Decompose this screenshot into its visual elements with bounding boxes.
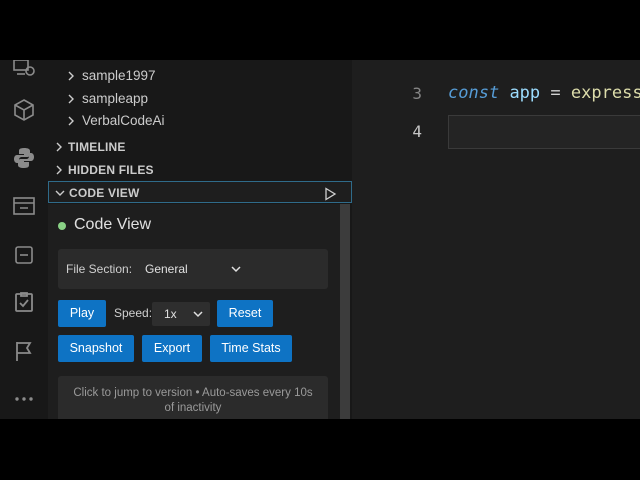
clipboard-check-icon[interactable] (12, 290, 36, 314)
section-title: HIDDEN FILES (68, 163, 154, 177)
chevron-right-icon (54, 136, 64, 158)
speed-select[interactable]: 1x (152, 302, 210, 326)
code-line: const app = express (448, 83, 640, 103)
hidden-files-section-header[interactable]: HIDDEN FILES (48, 159, 352, 181)
explorer-sidebar: sample1997 sampleapp VerbalCodeAi TIMELI… (48, 60, 352, 419)
panel-window-icon[interactable] (12, 243, 36, 267)
export-button[interactable]: Export (142, 335, 202, 362)
file-section-select[interactable]: General (138, 257, 248, 281)
time-stats-button[interactable]: Time Stats (210, 335, 292, 362)
section-title: TIMELINE (68, 140, 126, 154)
chevron-right-icon (66, 110, 76, 132)
section-title: CODE VIEW (69, 186, 140, 200)
code-keyword: const (448, 83, 500, 103)
line-number: 3 (412, 84, 422, 103)
remote-explorer-icon[interactable] (12, 60, 36, 80)
speed-value: 1x (164, 307, 177, 321)
hint-text: Click to jump to version • Auto-saves ev… (73, 387, 313, 414)
code-view-section-header[interactable]: CODE VIEW (48, 181, 352, 203)
folder-item[interactable]: sample1997 (48, 65, 348, 87)
vscode-window: sample1997 sampleapp VerbalCodeAi TIMELI… (0, 60, 640, 419)
panel-title: Code View (74, 216, 152, 233)
more-icon[interactable] (12, 387, 36, 411)
code-operator: = (550, 83, 561, 103)
editor-area[interactable]: 3 4 const app = express (352, 60, 640, 419)
timeline-section-header[interactable]: TIMELINE (48, 136, 352, 158)
file-section-label: File Section: (66, 262, 133, 276)
browser-window-icon[interactable] (12, 194, 36, 218)
snapshot-button[interactable]: Snapshot (58, 335, 134, 362)
chevron-down-icon (230, 263, 242, 278)
flag-icon[interactable] (12, 339, 36, 363)
folder-item[interactable]: sampleapp (48, 88, 348, 110)
chevron-down-icon (192, 308, 204, 323)
status-dot (58, 222, 66, 230)
current-line-highlight (448, 115, 640, 149)
chevron-down-icon (55, 182, 65, 204)
file-section-value: General (145, 262, 188, 276)
code-view-panel: Code View File Section: General Play Spe… (48, 204, 340, 419)
reset-button[interactable]: Reset (217, 300, 273, 327)
activity-bar (0, 60, 48, 419)
panel-scrollbar[interactable] (340, 204, 350, 419)
folder-label: VerbalCodeAi (82, 113, 165, 128)
extensions-cube-icon[interactable] (12, 98, 36, 122)
file-section-box: File Section: General (58, 249, 328, 289)
python-icon[interactable] (12, 146, 36, 170)
folder-label: sample1997 (82, 68, 156, 83)
play-button[interactable]: Play (58, 300, 106, 327)
code-identifier: app (509, 83, 541, 103)
folder-item[interactable]: VerbalCodeAi (48, 110, 348, 132)
code-function: express (570, 83, 640, 103)
line-number: 4 (412, 122, 422, 141)
chevron-right-icon (54, 159, 64, 181)
hint-box: Click to jump to version • Auto-saves ev… (58, 376, 328, 419)
chevron-right-icon (66, 65, 76, 87)
folder-label: sampleapp (82, 91, 149, 106)
speed-label: Speed: (114, 306, 153, 320)
chevron-right-icon (66, 88, 76, 110)
